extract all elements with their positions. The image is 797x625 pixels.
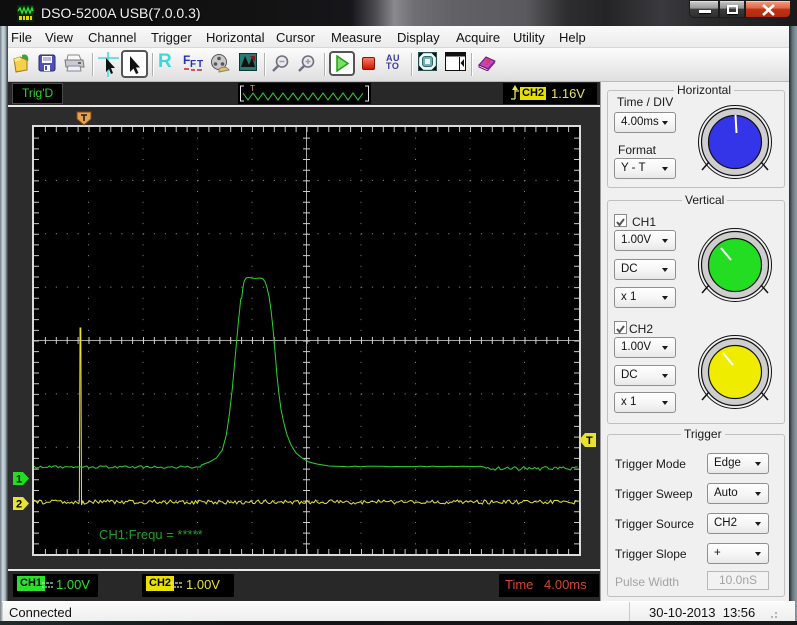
svg-text:2: 2 bbox=[16, 499, 22, 511]
svg-text:T: T bbox=[197, 59, 203, 70]
svg-text:F: F bbox=[190, 59, 196, 70]
svg-text:T: T bbox=[586, 435, 593, 447]
svg-text:T: T bbox=[250, 84, 255, 93]
svg-text:1: 1 bbox=[16, 474, 22, 486]
